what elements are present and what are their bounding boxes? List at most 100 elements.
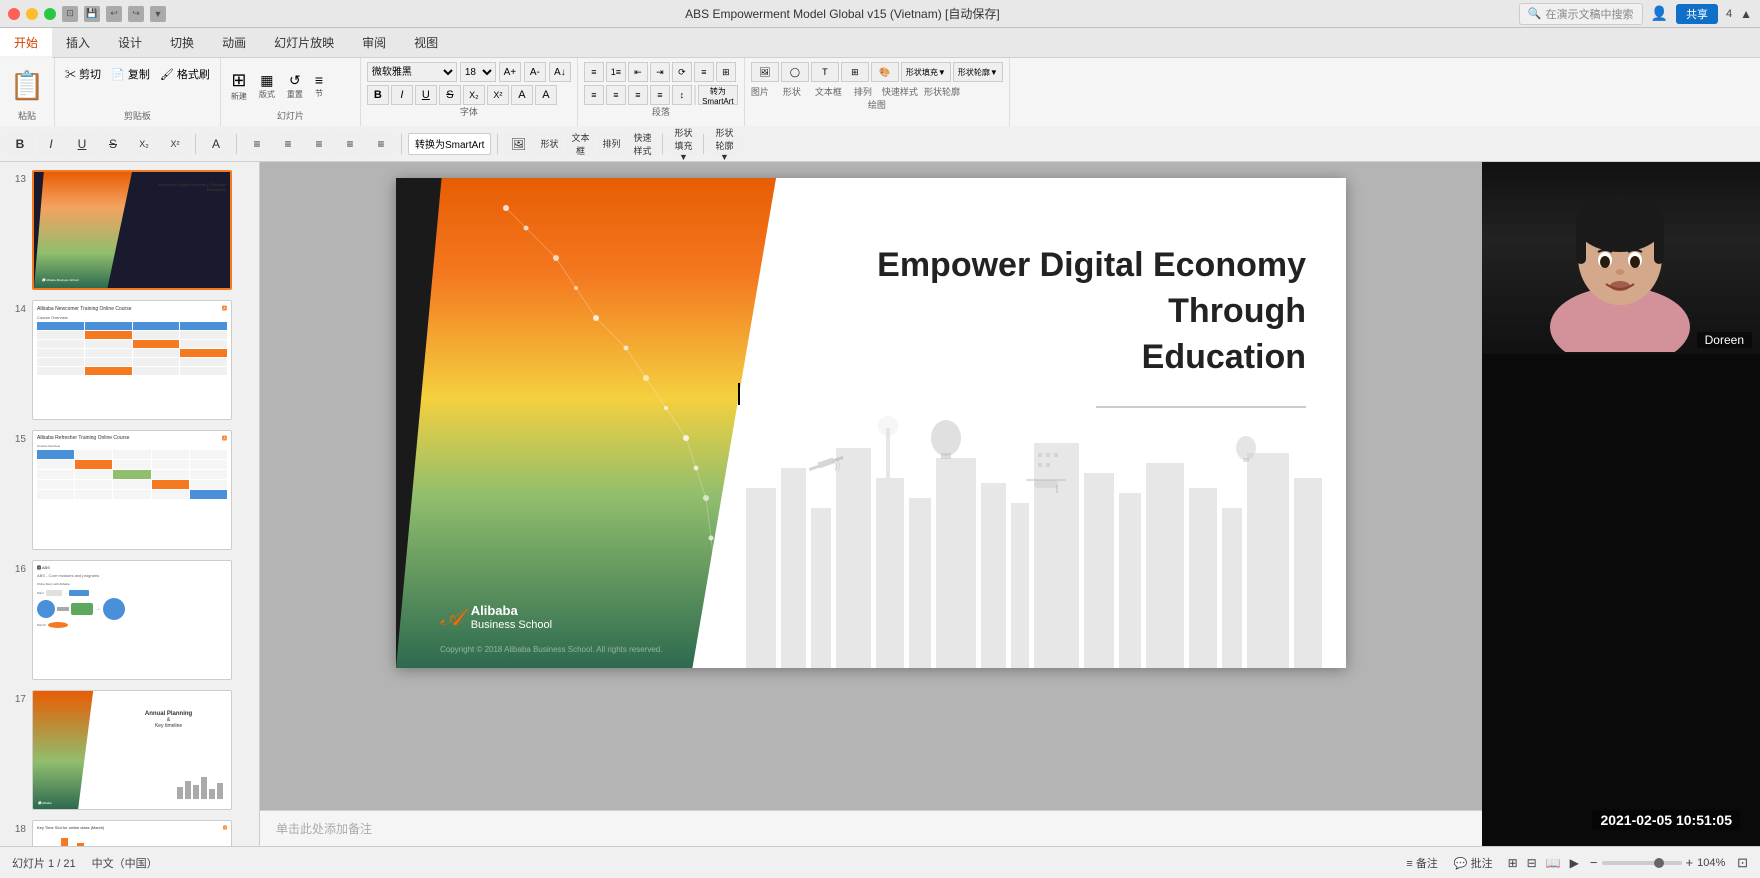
superscript-button[interactable]: X² (487, 85, 509, 105)
fmt-center-button[interactable]: ≡ (274, 132, 302, 156)
numbering-button[interactable]: 1≡ (606, 62, 626, 82)
slide-thumbnail-18[interactable]: 18 Key Time Slot for online class (March… (4, 818, 255, 846)
slide-img-15[interactable]: Alibaba Refresher Training Online Course… (32, 430, 232, 550)
line-spacing-button[interactable]: ↕ (672, 85, 692, 105)
insert-shape-button[interactable]: ◯ (781, 62, 809, 82)
maximize-button[interactable] (44, 8, 56, 20)
clear-format-button[interactable]: A↓ (549, 62, 571, 82)
insert-textbox-button[interactable]: T (811, 62, 839, 82)
text-direction-button[interactable]: ⟳ (672, 62, 692, 82)
indent-inc-button[interactable]: ⇥ (650, 62, 670, 82)
zoom-level[interactable]: 104% (1697, 857, 1729, 869)
more-button[interactable]: ▼ (150, 6, 166, 22)
collapse-button[interactable]: ▲ (1740, 7, 1752, 21)
paste-button[interactable]: 📋 (10, 62, 45, 109)
font-color-button[interactable]: A (511, 85, 533, 105)
redo-button[interactable]: ↪ (128, 6, 144, 22)
copy-button[interactable]: 📄 复制 (107, 64, 154, 84)
fmt-superscript-button[interactable]: X² (161, 132, 189, 156)
cut-button[interactable]: ✂ 剪切 (61, 64, 105, 84)
bold-button[interactable]: B (367, 85, 389, 105)
align-right-button[interactable]: ≡ (628, 85, 648, 105)
notes-placeholder[interactable]: 单击此处添加备注 (276, 820, 372, 837)
close-button[interactable] (8, 8, 20, 20)
slide-img-18[interactable]: Key Time Slot for online class (March) 🅰 (32, 820, 232, 846)
fmt-quickstyle-button[interactable]: 快速样式 (628, 132, 656, 156)
shape-outline-button[interactable]: 形状轮廓▼ (953, 62, 1003, 82)
fit-window-button[interactable]: ⊡ (1737, 855, 1748, 871)
slide-thumbnail-13[interactable]: 13 Empower Digital Economy Through Educa… (4, 168, 255, 292)
align-center-button[interactable]: ≡ (606, 85, 626, 105)
section-button[interactable]: ≡ 节 (311, 70, 327, 101)
fmt-distributed-button[interactable]: ≡ (367, 132, 395, 156)
new-slide-button[interactable]: ⊞ 新建 (227, 68, 251, 104)
fmt-left-button[interactable]: ≡ (243, 132, 271, 156)
fmt-strikethrough-button[interactable]: S (99, 132, 127, 156)
fmt-fontcolor-button[interactable]: A (202, 132, 230, 156)
fmt-arrange-button[interactable]: 排列 (597, 132, 625, 156)
bullets-button[interactable]: ≡ (584, 62, 604, 82)
strikethrough-button[interactable]: S (439, 85, 461, 105)
zoom-out-button[interactable]: − (1590, 855, 1598, 870)
fmt-shape-button[interactable]: 形状 (535, 132, 563, 156)
italic-button[interactable]: I (391, 85, 413, 105)
shape-fill-button[interactable]: 形状填充▼ (901, 62, 951, 82)
search-box[interactable]: 🔍 在演示文稿中搜索 (1519, 3, 1643, 25)
convert-smartart-button[interactable]: 转为SmartArt (698, 85, 738, 105)
slide-img-14[interactable]: Alibaba Newcomer Training Online Course … (32, 300, 232, 420)
tab-review[interactable]: 审阅 (348, 28, 400, 58)
font-name-select[interactable]: 微软雅黑 (367, 62, 457, 82)
columns-button[interactable]: ⊞ (716, 62, 736, 82)
underline-button[interactable]: U (415, 85, 437, 105)
fmt-justify-button[interactable]: ≡ (336, 132, 364, 156)
tab-transitions[interactable]: 切换 (156, 28, 208, 58)
align-left-button[interactable]: ≡ (584, 85, 604, 105)
arrange-button[interactable]: ⊞ (841, 62, 869, 82)
slide-thumbnail-17[interactable]: 17 Annual Planning & Key timeline (4, 688, 255, 812)
font-size-select[interactable]: 18 (460, 62, 496, 82)
slide-img-17[interactable]: Annual Planning & Key timeline (32, 690, 232, 810)
align-text-button[interactable]: ≡ (694, 62, 714, 82)
slidesorter-icon[interactable]: ⊟ (1524, 854, 1540, 872)
indent-dec-button[interactable]: ⇤ (628, 62, 648, 82)
slideshow-icon[interactable]: ▶ (1567, 854, 1582, 872)
shape-outline-btn[interactable]: 形状轮廓 ▼ (710, 132, 738, 156)
fmt-underline-button[interactable]: U (68, 132, 96, 156)
format-painter-button[interactable]: 🖌 格式刷 (156, 64, 214, 84)
notes-button[interactable]: ≡ 备注 (1402, 853, 1441, 873)
notes-area[interactable]: 单击此处添加备注 (260, 810, 1482, 846)
reset-button[interactable]: ↺ 重置 (283, 70, 307, 102)
tab-slideshow[interactable]: 幻灯片放映 (260, 28, 348, 58)
minimize-button[interactable] (26, 8, 38, 20)
fmt-italic-button[interactable]: I (37, 132, 65, 156)
quick-styles-button[interactable]: 🎨 (871, 62, 899, 82)
main-slide[interactable]: Empower Digital Economy Through Educatio… (396, 178, 1346, 668)
fmt-bold-button[interactable]: B (6, 132, 34, 156)
undo-button[interactable]: ↩ (106, 6, 122, 22)
tab-animations[interactable]: 动画 (208, 28, 260, 58)
zoom-in-button[interactable]: + (1686, 855, 1694, 870)
layout-button[interactable]: ▦ 版式 (255, 70, 279, 102)
slide-thumbnail-15[interactable]: 15 Alibaba Refresher Training Online Cou… (4, 428, 255, 552)
font-inc-button[interactable]: A+ (499, 62, 521, 82)
tab-design[interactable]: 设计 (104, 28, 156, 58)
fmt-image-button[interactable]: 🖼 (504, 132, 532, 156)
shape-fill-btn[interactable]: 形状填充 ▼ (669, 132, 697, 156)
convert-smartart-btn[interactable]: 转换为SmartArt (408, 133, 491, 155)
justify-button[interactable]: ≡ (650, 85, 670, 105)
comments-button[interactable]: 💬 批注 (1450, 853, 1497, 873)
tab-home[interactable]: 开始 (0, 28, 52, 58)
fmt-textbox-button[interactable]: 文本框 (566, 132, 594, 156)
slide-img-16[interactable]: 🅰 ABS ABS - Core modules and programs Ch… (32, 560, 232, 680)
tab-view[interactable]: 视图 (400, 28, 452, 58)
tab-insert[interactable]: 插入 (52, 28, 104, 58)
window-icon-1[interactable]: ⊡ (62, 6, 78, 22)
fmt-subscript-button[interactable]: X₂ (130, 132, 158, 156)
zoom-slider[interactable] (1602, 861, 1682, 865)
slide-img-13[interactable]: Empower Digital Economy Through Educatio… (32, 170, 232, 290)
slide-thumbnail-16[interactable]: 16 🅰 ABS ABS - Core modules and programs… (4, 558, 255, 682)
highlight-button[interactable]: A (535, 85, 557, 105)
slide-thumbnail-14[interactable]: 14 Alibaba Newcomer Training Online Cour… (4, 298, 255, 422)
window-icon-2[interactable]: 💾 (84, 6, 100, 22)
share-button[interactable]: 共享 (1676, 4, 1718, 24)
